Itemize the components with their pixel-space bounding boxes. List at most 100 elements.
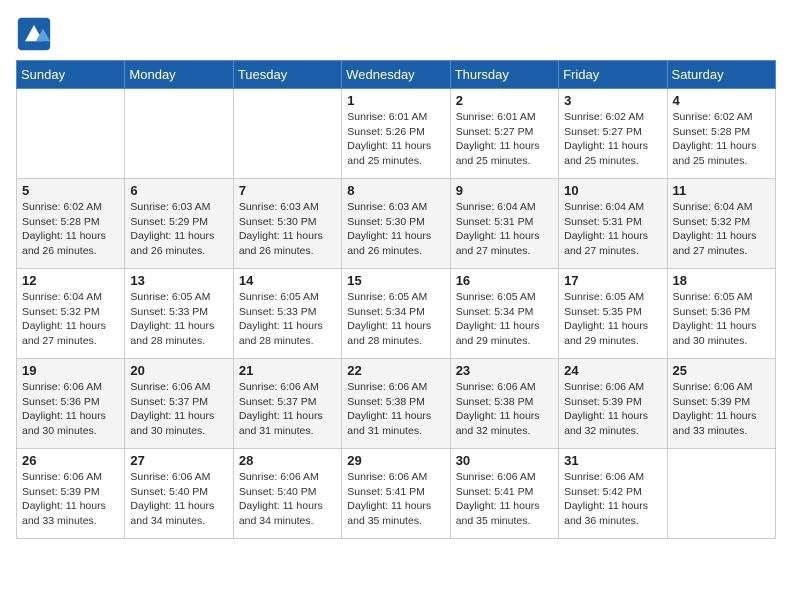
day-info: Sunrise: 6:06 AM Sunset: 5:42 PM Dayligh… bbox=[564, 470, 661, 529]
day-info: Sunrise: 6:06 AM Sunset: 5:39 PM Dayligh… bbox=[564, 380, 661, 439]
day-number: 11 bbox=[673, 183, 770, 198]
day-info: Sunrise: 6:05 AM Sunset: 5:33 PM Dayligh… bbox=[239, 290, 336, 349]
calendar-table: SundayMondayTuesdayWednesdayThursdayFrid… bbox=[16, 60, 776, 539]
weekday-header-saturday: Saturday bbox=[667, 61, 775, 89]
day-info: Sunrise: 6:04 AM Sunset: 5:31 PM Dayligh… bbox=[456, 200, 553, 259]
day-info: Sunrise: 6:04 AM Sunset: 5:32 PM Dayligh… bbox=[673, 200, 770, 259]
day-info: Sunrise: 6:06 AM Sunset: 5:37 PM Dayligh… bbox=[239, 380, 336, 439]
day-info: Sunrise: 6:04 AM Sunset: 5:31 PM Dayligh… bbox=[564, 200, 661, 259]
day-number: 23 bbox=[456, 363, 553, 378]
calendar-cell: 23 Sunrise: 6:06 AM Sunset: 5:38 PM Dayli… bbox=[450, 359, 558, 449]
calendar-cell bbox=[125, 89, 233, 179]
day-number: 31 bbox=[564, 453, 661, 468]
day-info: Sunrise: 6:06 AM Sunset: 5:38 PM Dayligh… bbox=[456, 380, 553, 439]
calendar-cell bbox=[233, 89, 341, 179]
day-info: Sunrise: 6:04 AM Sunset: 5:32 PM Dayligh… bbox=[22, 290, 119, 349]
day-info: Sunrise: 6:06 AM Sunset: 5:39 PM Dayligh… bbox=[673, 380, 770, 439]
week-row-5: 26 Sunrise: 6:06 AM Sunset: 5:39 PM Dayli… bbox=[17, 449, 776, 539]
day-number: 17 bbox=[564, 273, 661, 288]
calendar-cell: 25 Sunrise: 6:06 AM Sunset: 5:39 PM Dayli… bbox=[667, 359, 775, 449]
week-row-2: 5Sunrise: 6:02 AM Sunset: 5:28 PM Daylig… bbox=[17, 179, 776, 269]
calendar-cell: 5Sunrise: 6:02 AM Sunset: 5:28 PM Daylig… bbox=[17, 179, 125, 269]
weekday-header-row: SundayMondayTuesdayWednesdayThursdayFrid… bbox=[17, 61, 776, 89]
calendar-cell: 13 Sunrise: 6:05 AM Sunset: 5:33 PM Dayli… bbox=[125, 269, 233, 359]
day-number: 19 bbox=[22, 363, 119, 378]
day-number: 30 bbox=[456, 453, 553, 468]
day-info: Sunrise: 6:06 AM Sunset: 5:40 PM Dayligh… bbox=[239, 470, 336, 529]
page-header bbox=[16, 16, 776, 52]
day-number: 15 bbox=[347, 273, 444, 288]
calendar-cell: 30 Sunrise: 6:06 AM Sunset: 5:41 PM Dayli… bbox=[450, 449, 558, 539]
weekday-header-tuesday: Tuesday bbox=[233, 61, 341, 89]
day-number: 22 bbox=[347, 363, 444, 378]
day-number: 6 bbox=[130, 183, 227, 198]
weekday-header-wednesday: Wednesday bbox=[342, 61, 450, 89]
logo-icon bbox=[16, 16, 52, 52]
day-info: Sunrise: 6:02 AM Sunset: 5:28 PM Dayligh… bbox=[22, 200, 119, 259]
day-info: Sunrise: 6:06 AM Sunset: 5:41 PM Dayligh… bbox=[347, 470, 444, 529]
day-number: 10 bbox=[564, 183, 661, 198]
day-number: 8 bbox=[347, 183, 444, 198]
day-number: 1 bbox=[347, 93, 444, 108]
day-info: Sunrise: 6:02 AM Sunset: 5:28 PM Dayligh… bbox=[673, 110, 770, 169]
calendar-cell: 20 Sunrise: 6:06 AM Sunset: 5:37 PM Dayli… bbox=[125, 359, 233, 449]
weekday-header-friday: Friday bbox=[559, 61, 667, 89]
calendar-cell: 2 Sunrise: 6:01 AM Sunset: 5:27 PM Daylig… bbox=[450, 89, 558, 179]
calendar-cell: 17 Sunrise: 6:05 AM Sunset: 5:35 PM Dayli… bbox=[559, 269, 667, 359]
day-number: 28 bbox=[239, 453, 336, 468]
day-number: 20 bbox=[130, 363, 227, 378]
calendar-cell: 12Sunrise: 6:04 AM Sunset: 5:32 PM Dayli… bbox=[17, 269, 125, 359]
day-info: Sunrise: 6:01 AM Sunset: 5:27 PM Dayligh… bbox=[456, 110, 553, 169]
day-number: 25 bbox=[673, 363, 770, 378]
calendar-cell: 15 Sunrise: 6:05 AM Sunset: 5:34 PM Dayli… bbox=[342, 269, 450, 359]
day-info: Sunrise: 6:05 AM Sunset: 5:34 PM Dayligh… bbox=[347, 290, 444, 349]
day-info: Sunrise: 6:05 AM Sunset: 5:34 PM Dayligh… bbox=[456, 290, 553, 349]
calendar-cell: 10 Sunrise: 6:04 AM Sunset: 5:31 PM Dayli… bbox=[559, 179, 667, 269]
day-number: 13 bbox=[130, 273, 227, 288]
day-info: Sunrise: 6:06 AM Sunset: 5:40 PM Dayligh… bbox=[130, 470, 227, 529]
calendar-cell: 21 Sunrise: 6:06 AM Sunset: 5:37 PM Dayli… bbox=[233, 359, 341, 449]
day-number: 24 bbox=[564, 363, 661, 378]
calendar-cell: 31 Sunrise: 6:06 AM Sunset: 5:42 PM Dayli… bbox=[559, 449, 667, 539]
calendar-cell: 26 Sunrise: 6:06 AM Sunset: 5:39 PM Dayli… bbox=[17, 449, 125, 539]
weekday-header-monday: Monday bbox=[125, 61, 233, 89]
day-number: 21 bbox=[239, 363, 336, 378]
week-row-3: 12Sunrise: 6:04 AM Sunset: 5:32 PM Dayli… bbox=[17, 269, 776, 359]
day-info: Sunrise: 6:03 AM Sunset: 5:29 PM Dayligh… bbox=[130, 200, 227, 259]
calendar-cell: 27 Sunrise: 6:06 AM Sunset: 5:40 PM Dayli… bbox=[125, 449, 233, 539]
day-number: 27 bbox=[130, 453, 227, 468]
logo bbox=[16, 16, 58, 52]
calendar-cell: 14 Sunrise: 6:05 AM Sunset: 5:33 PM Dayli… bbox=[233, 269, 341, 359]
day-number: 29 bbox=[347, 453, 444, 468]
calendar-cell: 9 Sunrise: 6:04 AM Sunset: 5:31 PM Daylig… bbox=[450, 179, 558, 269]
calendar-cell: 7 Sunrise: 6:03 AM Sunset: 5:30 PM Daylig… bbox=[233, 179, 341, 269]
calendar-cell: 18Sunrise: 6:05 AM Sunset: 5:36 PM Dayli… bbox=[667, 269, 775, 359]
calendar-cell bbox=[667, 449, 775, 539]
week-row-1: 1Sunrise: 6:01 AM Sunset: 5:26 PM Daylig… bbox=[17, 89, 776, 179]
day-info: Sunrise: 6:05 AM Sunset: 5:35 PM Dayligh… bbox=[564, 290, 661, 349]
day-number: 2 bbox=[456, 93, 553, 108]
day-number: 14 bbox=[239, 273, 336, 288]
weekday-header-sunday: Sunday bbox=[17, 61, 125, 89]
calendar-cell: 24 Sunrise: 6:06 AM Sunset: 5:39 PM Dayli… bbox=[559, 359, 667, 449]
calendar-cell: 3Sunrise: 6:02 AM Sunset: 5:27 PM Daylig… bbox=[559, 89, 667, 179]
calendar-cell: 19 Sunrise: 6:06 AM Sunset: 5:36 PM Dayli… bbox=[17, 359, 125, 449]
calendar-cell: 22 Sunrise: 6:06 AM Sunset: 5:38 PM Dayli… bbox=[342, 359, 450, 449]
day-info: Sunrise: 6:05 AM Sunset: 5:33 PM Dayligh… bbox=[130, 290, 227, 349]
day-info: Sunrise: 6:03 AM Sunset: 5:30 PM Dayligh… bbox=[347, 200, 444, 259]
day-info: Sunrise: 6:06 AM Sunset: 5:39 PM Dayligh… bbox=[22, 470, 119, 529]
day-info: Sunrise: 6:03 AM Sunset: 5:30 PM Dayligh… bbox=[239, 200, 336, 259]
day-number: 4 bbox=[673, 93, 770, 108]
day-info: Sunrise: 6:06 AM Sunset: 5:36 PM Dayligh… bbox=[22, 380, 119, 439]
day-number: 9 bbox=[456, 183, 553, 198]
calendar-cell: 4 Sunrise: 6:02 AM Sunset: 5:28 PM Daylig… bbox=[667, 89, 775, 179]
week-row-4: 19 Sunrise: 6:06 AM Sunset: 5:36 PM Dayli… bbox=[17, 359, 776, 449]
day-info: Sunrise: 6:06 AM Sunset: 5:41 PM Dayligh… bbox=[456, 470, 553, 529]
day-info: Sunrise: 6:06 AM Sunset: 5:37 PM Dayligh… bbox=[130, 380, 227, 439]
calendar-cell: 11 Sunrise: 6:04 AM Sunset: 5:32 PM Dayli… bbox=[667, 179, 775, 269]
calendar-cell: 1Sunrise: 6:01 AM Sunset: 5:26 PM Daylig… bbox=[342, 89, 450, 179]
weekday-header-thursday: Thursday bbox=[450, 61, 558, 89]
day-number: 26 bbox=[22, 453, 119, 468]
day-number: 7 bbox=[239, 183, 336, 198]
day-info: Sunrise: 6:06 AM Sunset: 5:38 PM Dayligh… bbox=[347, 380, 444, 439]
